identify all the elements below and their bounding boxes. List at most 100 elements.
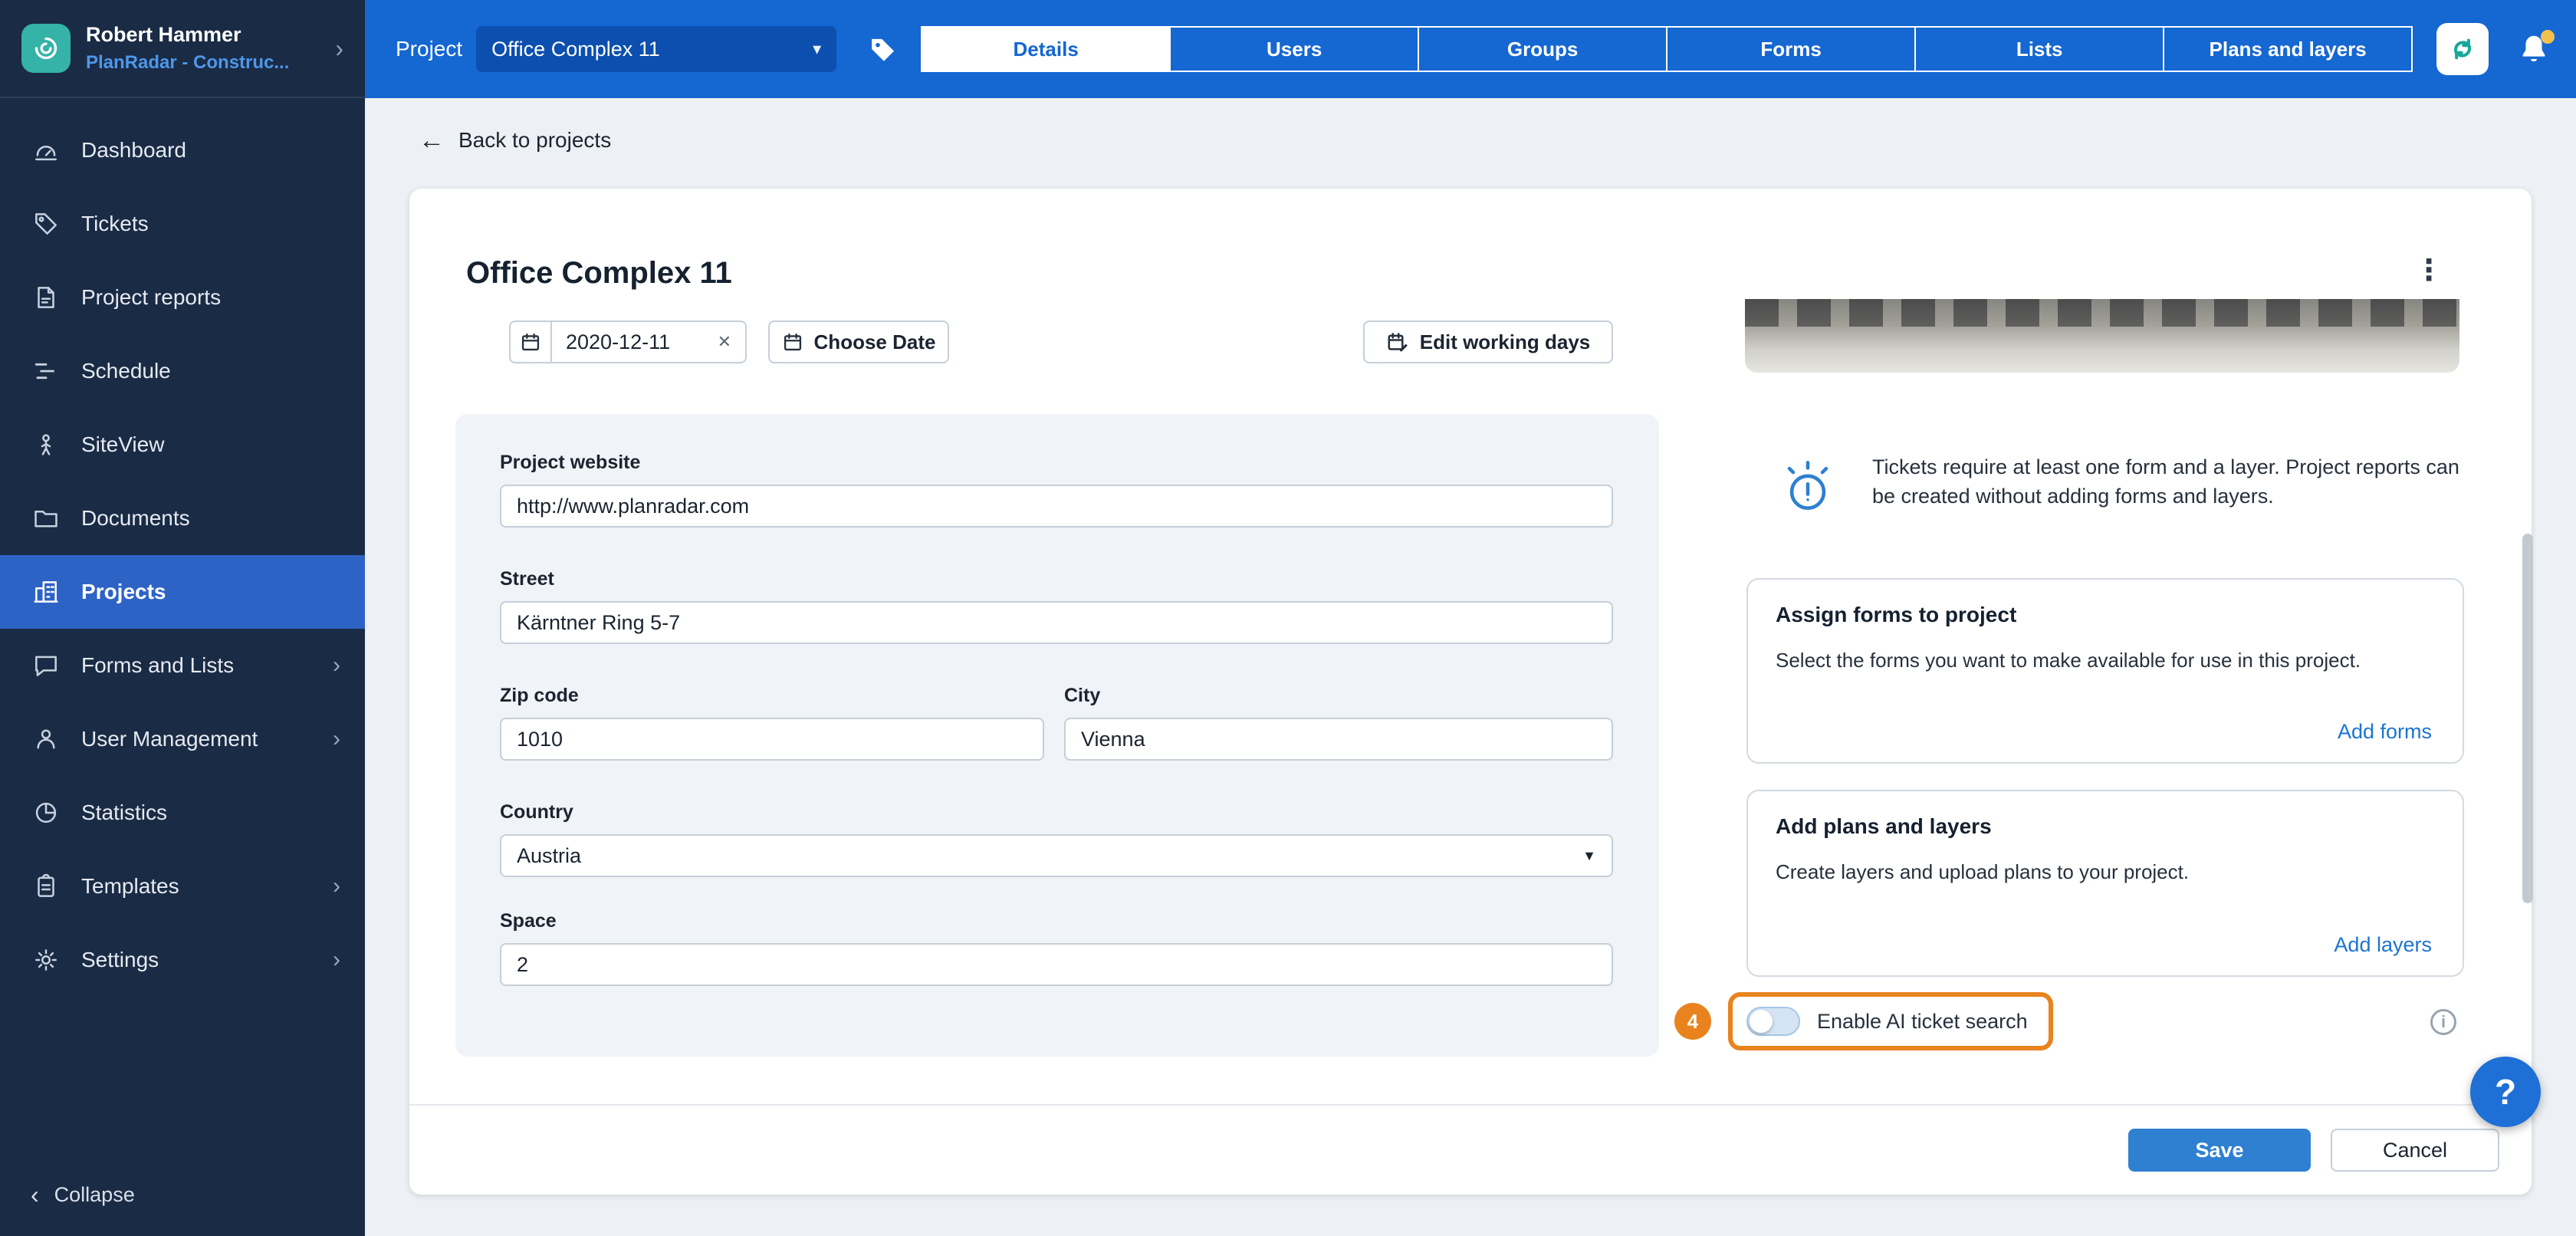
chevron-right-icon: › [333,726,340,752]
sidebar-item-forms-and-lists[interactable]: Forms and Lists › [0,629,365,702]
add-layers-link[interactable]: Add layers [2334,933,2432,957]
project-selector-dropdown[interactable]: Office Complex 11 ▾ [476,26,836,72]
siteview-icon [31,429,61,460]
card-footer: Save Cancel [409,1104,2532,1195]
tab-lists[interactable]: Lists [1914,26,2164,72]
add-plans-card: Add plans and layers Create layers and u… [1746,790,2464,977]
city-label: City [1064,684,1613,707]
statistics-icon [31,797,61,828]
street-label: Street [500,567,1613,590]
topbar: Project Office Complex 11 ▾ Details User… [365,0,2576,98]
sidebar-item-label: SiteView [81,432,164,457]
sidebar-item-siteview[interactable]: SiteView [0,408,365,482]
add-plans-description: Create layers and upload plans to your p… [1776,857,2438,886]
sidebar-item-project-reports[interactable]: Project reports [0,261,365,334]
website-label: Project website [500,451,1613,474]
tab-details[interactable]: Details [921,26,1171,72]
sidebar-item-label: Settings [81,948,159,972]
notification-dot [2541,30,2555,44]
chevron-right-icon: › [333,653,340,679]
step-badge: 4 [1674,1003,1711,1040]
sidebar-item-label: Schedule [81,359,171,383]
idea-lamp-icon [1779,459,1837,517]
user-name: Robert Hammer [86,22,289,47]
planradar-logo-icon [21,24,71,73]
collapse-label: Collapse [54,1183,135,1207]
choose-date-button[interactable]: Choose Date [768,321,949,363]
kebab-menu-icon[interactable]: ⋮ [2412,253,2446,288]
city-input[interactable] [1064,718,1613,761]
forms-and-lists-icon [31,650,61,681]
start-date-chip[interactable]: 2020-12-11 ✕ [509,321,747,363]
tab-groups[interactable]: Groups [1418,26,1668,72]
address-form-panel: Project website Street Zip code City [455,414,1659,1057]
sidebar-item-documents[interactable]: Documents [0,482,365,555]
street-input[interactable] [500,601,1613,644]
main-column: Project Office Complex 11 ▾ Details User… [365,0,2576,1236]
notifications-bell-icon[interactable] [2516,31,2551,67]
sidebar-item-tickets[interactable]: Tickets [0,187,365,261]
sidebar-item-projects[interactable]: Projects [0,555,365,629]
info-icon[interactable]: i [2430,1009,2456,1035]
select-caret-icon: ▼ [1582,848,1596,864]
back-to-projects-link[interactable]: ← Back to projects [419,127,611,153]
back-link-label: Back to projects [458,128,611,153]
sidebar-item-user-management[interactable]: User Management › [0,702,365,776]
schedule-icon [31,356,61,386]
chevron-right-icon: › [333,947,340,973]
sidebar-item-statistics[interactable]: Statistics [0,776,365,850]
collapse-chevron-icon: ‹ [31,1181,39,1209]
assign-forms-title: Assign forms to project [1776,603,2016,627]
sidebar-item-label: Documents [81,506,190,531]
edit-working-days-label: Edit working days [1420,330,1591,354]
space-input[interactable] [500,943,1613,986]
sidebar-nav: Dashboard Tickets Project reports Schedu… [0,98,365,997]
project-tags-icon[interactable] [867,33,899,65]
sidebar-item-label: User Management [81,727,258,751]
user-management-icon [31,724,61,754]
ai-ticket-search-toggle[interactable] [1746,1007,1800,1036]
selected-project: Office Complex 11 [491,38,660,61]
project-photo [1745,299,2459,373]
account-switcher[interactable]: Robert Hammer PlanRadar - Construc... › [0,0,365,98]
clear-date-icon[interactable]: ✕ [718,332,745,352]
country-value: Austria [517,844,581,868]
website-input[interactable] [500,485,1613,528]
sidebar-item-label: Projects [81,580,166,604]
cancel-button[interactable]: Cancel [2331,1129,2499,1172]
edit-working-days-button[interactable]: Edit working days [1363,321,1613,363]
help-button[interactable]: ? [2470,1057,2541,1127]
ai-toggle-label: Enable AI ticket search [1817,1010,2028,1034]
scrollbar-thumb[interactable] [2522,534,2533,903]
sidebar-collapse-button[interactable]: ‹ Collapse [0,1153,365,1236]
tab-users[interactable]: Users [1169,26,1419,72]
sidebar-item-label: Project reports [81,285,221,310]
projects-icon [31,577,61,607]
settings-icon [31,945,61,975]
sidebar-item-label: Dashboard [81,138,186,163]
dashboard-icon [31,135,61,166]
tab-plans-and-layers[interactable]: Plans and layers [2163,26,2413,72]
user-block: Robert Hammer PlanRadar - Construc... [86,22,289,74]
zip-input[interactable] [500,718,1044,761]
sidebar-item-label: Tickets [81,212,149,236]
calendar-edit-icon [1386,330,1409,353]
tab-forms[interactable]: Forms [1666,26,1916,72]
sidebar-item-settings[interactable]: Settings › [0,923,365,997]
calendar-icon [511,322,552,362]
ai-toggle-highlight-box: Enable AI ticket search [1728,992,2053,1050]
space-label: Space [500,909,1613,932]
assign-forms-description: Select the forms you want to make availa… [1776,646,2438,675]
sidebar-item-schedule[interactable]: Schedule [0,334,365,408]
sidebar-item-label: Forms and Lists [81,653,234,678]
planradar-apps-icon[interactable] [2436,23,2489,75]
sidebar-item-templates[interactable]: Templates › [0,850,365,923]
add-forms-link[interactable]: Add forms [2338,720,2432,744]
user-organization: PlanRadar - Construc... [86,52,289,74]
toggle-knob [1750,1010,1773,1033]
country-select[interactable]: Austria ▼ [500,834,1613,877]
sidebar-item-dashboard[interactable]: Dashboard [0,113,365,187]
project-tabs: Details Users Groups Forms Lists Plans a… [921,26,2413,72]
save-button[interactable]: Save [2128,1129,2311,1172]
account-chevron-icon[interactable]: › [335,35,343,63]
